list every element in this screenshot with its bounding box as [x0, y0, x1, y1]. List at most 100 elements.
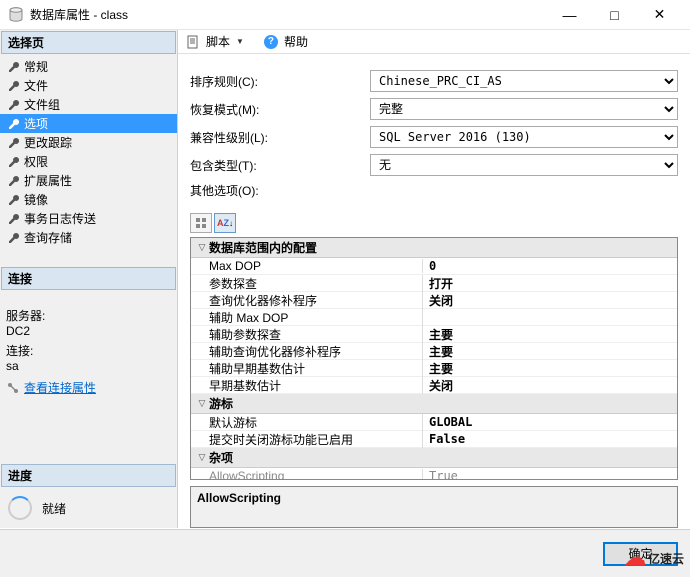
progress-status: 就绪	[42, 500, 66, 517]
grid-key: 查询优化器修补程序	[191, 292, 423, 309]
grid-key: 早期基数估计	[191, 377, 423, 394]
grid-row[interactable]: AllowScriptingTrue	[191, 468, 677, 480]
content-toolbar: 脚本 ▼ ? 帮助	[178, 30, 690, 54]
grid-value[interactable]: 0	[423, 259, 677, 273]
grid-category-label: 游标	[209, 395, 233, 412]
alphabetical-button[interactable]: AZ↓	[214, 213, 236, 233]
grid-category-label: 数据库范围内的配置	[209, 239, 317, 256]
grid-value[interactable]: True	[423, 469, 677, 480]
grid-key: 提交时关闭游标功能已启用	[191, 431, 423, 448]
containment-select[interactable]: 无	[370, 154, 678, 176]
grid-key: 辅助早期基数估计	[191, 360, 423, 377]
grid-row[interactable]: 默认游标GLOBAL	[191, 414, 677, 431]
grid-value[interactable]: False	[423, 432, 677, 446]
sidebar-item-label: 选项	[24, 115, 48, 132]
containment-label: 包含类型(T):	[190, 157, 370, 174]
wrench-icon	[6, 193, 20, 207]
recovery-label: 恢复模式(M):	[190, 101, 370, 118]
grid-value[interactable]: 主要	[423, 360, 677, 377]
progress-body: 就绪	[0, 488, 177, 528]
script-icon[interactable]	[186, 35, 200, 49]
connection-header: 连接	[1, 267, 176, 290]
grid-value[interactable]: 打开	[423, 275, 677, 292]
grid-row[interactable]: 参数探查打开	[191, 275, 677, 292]
wrench-icon	[6, 155, 20, 169]
categorized-button[interactable]	[190, 213, 212, 233]
sidebar-item-label: 更改跟踪	[24, 134, 72, 151]
connection-label: 连接:	[6, 342, 171, 359]
sidebar-item-2[interactable]: 文件组	[0, 95, 177, 114]
other-options-label: 其他选项(O):	[190, 182, 370, 199]
help-label[interactable]: 帮助	[284, 33, 308, 50]
sidebar-item-3[interactable]: 选项	[0, 114, 177, 133]
grid-value[interactable]: 关闭	[423, 377, 677, 394]
collation-label: 排序规则(C):	[190, 73, 370, 90]
grid-category[interactable]: ▽数据库范围内的配置	[191, 238, 677, 258]
maximize-button[interactable]: □	[592, 0, 637, 30]
wrench-icon	[6, 212, 20, 226]
sidebar-item-4[interactable]: 更改跟踪	[0, 133, 177, 152]
property-description: AllowScripting	[190, 486, 678, 528]
server-label: 服务器:	[6, 307, 171, 324]
grid-value[interactable]: GLOBAL	[423, 415, 677, 429]
grid-category[interactable]: ▽游标	[191, 394, 677, 414]
dialog-footer: 确定 取消 ☁ 亿速云	[0, 529, 690, 577]
sidebar-item-label: 权限	[24, 153, 48, 170]
grid-category-label: 杂项	[209, 449, 233, 466]
script-dropdown-icon[interactable]: ▼	[236, 37, 244, 46]
grid-row[interactable]: 辅助 Max DOP	[191, 309, 677, 326]
sidebar-item-9[interactable]: 查询存储	[0, 228, 177, 247]
form-area: 排序规则(C): Chinese_PRC_CI_AS 恢复模式(M): 完整 兼…	[178, 54, 690, 213]
sidebar-item-label: 常规	[24, 58, 48, 75]
grid-key: 辅助参数探查	[191, 326, 423, 343]
sidebar-item-7[interactable]: 镜像	[0, 190, 177, 209]
help-icon[interactable]: ?	[264, 35, 278, 49]
close-button[interactable]: ✕	[637, 0, 682, 30]
grid-key: AllowScripting	[191, 469, 423, 480]
grid-value[interactable]: 主要	[423, 343, 677, 360]
property-grid[interactable]: ▽数据库范围内的配置Max DOP0参数探查打开查询优化器修补程序关闭辅助 Ma…	[190, 237, 678, 480]
grid-row[interactable]: 辅助查询优化器修补程序主要	[191, 343, 677, 360]
progress-header: 进度	[1, 464, 176, 487]
grid-category[interactable]: ▽杂项	[191, 448, 677, 468]
collapse-icon[interactable]: ▽	[195, 242, 209, 253]
minimize-button[interactable]: —	[547, 0, 592, 30]
wrench-icon	[6, 174, 20, 188]
collapse-icon[interactable]: ▽	[195, 398, 209, 409]
sidebar-item-5[interactable]: 权限	[0, 152, 177, 171]
sidebar-item-label: 查询存储	[24, 229, 72, 246]
sidebar: 选择页 常规文件文件组选项更改跟踪权限扩展属性镜像事务日志传送查询存储 连接 服…	[0, 30, 178, 528]
grid-row[interactable]: 辅助早期基数估计主要	[191, 360, 677, 377]
select-page-header: 选择页	[1, 31, 176, 54]
grid-row[interactable]: Max DOP0	[191, 258, 677, 275]
sidebar-item-label: 扩展属性	[24, 172, 72, 189]
grid-key: Max DOP	[191, 259, 423, 273]
grid-value[interactable]: 主要	[423, 326, 677, 343]
sidebar-item-1[interactable]: 文件	[0, 76, 177, 95]
grid-key: 默认游标	[191, 414, 423, 431]
grid-value[interactable]: 关闭	[423, 292, 677, 309]
grid-row[interactable]: 辅助参数探查主要	[191, 326, 677, 343]
wrench-icon	[6, 117, 20, 131]
grid-row[interactable]: 早期基数估计关闭	[191, 377, 677, 394]
compat-select[interactable]: SQL Server 2016 (130)	[370, 126, 678, 148]
sidebar-item-8[interactable]: 事务日志传送	[0, 209, 177, 228]
grid-key: 辅助查询优化器修补程序	[191, 343, 423, 360]
connection-properties-icon	[6, 381, 20, 395]
server-value: DC2	[6, 324, 171, 338]
sidebar-item-6[interactable]: 扩展属性	[0, 171, 177, 190]
script-label[interactable]: 脚本	[206, 33, 230, 50]
collapse-icon[interactable]: ▽	[195, 452, 209, 463]
collation-select[interactable]: Chinese_PRC_CI_AS	[370, 70, 678, 92]
grid-row[interactable]: 查询优化器修补程序关闭	[191, 292, 677, 309]
view-connection-link[interactable]: 查看连接属性	[24, 379, 96, 396]
progress-spinner-icon	[8, 496, 32, 520]
sidebar-item-0[interactable]: 常规	[0, 57, 177, 76]
window-controls: — □ ✕	[547, 0, 682, 30]
wrench-icon	[6, 98, 20, 112]
sort-toolbar: AZ↓	[178, 213, 690, 237]
grid-row[interactable]: 提交时关闭游标功能已启用False	[191, 431, 677, 448]
recovery-select[interactable]: 完整	[370, 98, 678, 120]
wrench-icon	[6, 136, 20, 150]
wrench-icon	[6, 60, 20, 74]
